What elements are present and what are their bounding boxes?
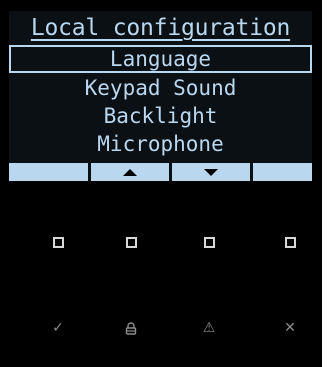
square-icon — [125, 236, 137, 248]
square-icon — [284, 236, 296, 248]
checkmark-icon: ✓ — [52, 320, 64, 336]
lcd-screen: Local configuration Language Keypad Soun… — [9, 11, 312, 181]
menu-item-backlight[interactable]: Backlight — [9, 102, 312, 130]
close-icon: ✕ — [284, 320, 296, 336]
softkey-1[interactable] — [9, 163, 88, 181]
square-icon — [203, 236, 215, 248]
softkey-down[interactable] — [172, 163, 250, 181]
menu-item-language[interactable]: Language — [9, 45, 312, 73]
device-panel: Local configuration Language Keypad Soun… — [0, 0, 322, 367]
softkey-button-1[interactable] — [44, 228, 72, 256]
softkey-4[interactable] — [253, 163, 312, 181]
softkey-button-4[interactable] — [276, 228, 304, 256]
cancel-button[interactable]: ✕ — [276, 314, 304, 342]
arrow-down-icon — [204, 168, 218, 176]
ok-button[interactable]: ✓ — [44, 314, 72, 342]
softkey-button-3[interactable] — [195, 228, 223, 256]
lock-icon — [125, 321, 137, 335]
screen-title-text: Local configuration — [30, 15, 291, 41]
arrow-up-icon — [123, 168, 137, 176]
softkey-up[interactable] — [91, 163, 169, 181]
softkey-bar — [9, 163, 312, 181]
screen-title: Local configuration — [9, 13, 312, 43]
softkey-button-2[interactable] — [117, 228, 145, 256]
lock-button[interactable] — [117, 314, 145, 342]
menu-item-microphone[interactable]: Microphone — [9, 130, 312, 158]
square-icon — [52, 236, 64, 248]
menu-item-keypad-sound[interactable]: Keypad Sound — [9, 74, 312, 102]
warning-icon: ⚠ — [202, 320, 216, 336]
alarm-button[interactable]: ⚠ — [195, 314, 223, 342]
